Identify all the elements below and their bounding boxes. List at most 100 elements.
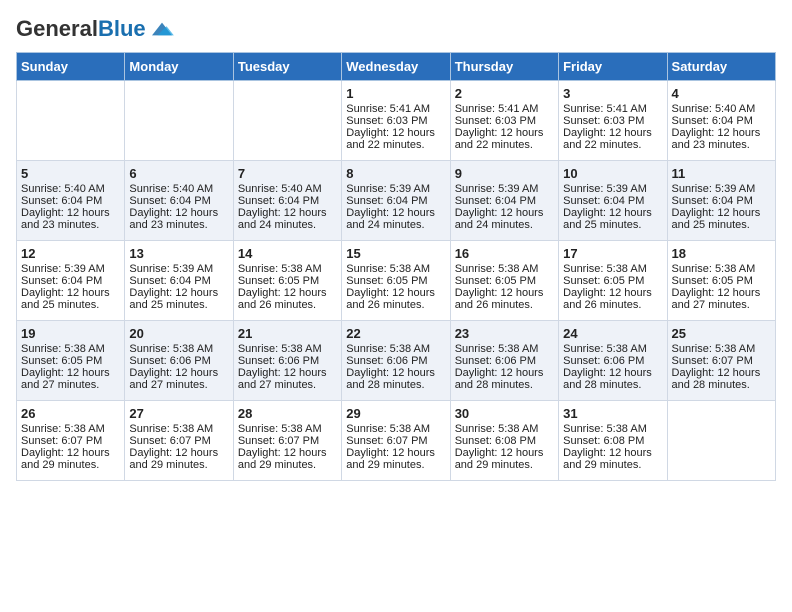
logo-general: General xyxy=(16,16,98,42)
calendar-cell: 5Sunrise: 5:40 AMSunset: 6:04 PMDaylight… xyxy=(17,161,125,241)
calendar-cell: 7Sunrise: 5:40 AMSunset: 6:04 PMDaylight… xyxy=(233,161,341,241)
day-info: Daylight: 12 hours xyxy=(672,367,771,379)
day-info: and 23 minutes. xyxy=(129,219,228,231)
day-info: Daylight: 12 hours xyxy=(455,287,554,299)
day-info: and 23 minutes. xyxy=(21,219,120,231)
day-info: Sunset: 6:06 PM xyxy=(563,355,662,367)
day-info: Sunset: 6:06 PM xyxy=(455,355,554,367)
day-header-sunday: Sunday xyxy=(17,53,125,81)
day-info: and 28 minutes. xyxy=(563,379,662,391)
day-info: Sunrise: 5:38 AM xyxy=(346,343,445,355)
day-number: 18 xyxy=(672,246,771,261)
calendar-cell: 18Sunrise: 5:38 AMSunset: 6:05 PMDayligh… xyxy=(667,241,775,321)
calendar-cell xyxy=(125,81,233,161)
calendar-cell: 23 Sunrise: 5:38 AMSunset: 6:06 PMDayligh… xyxy=(450,321,558,401)
calendar-cell: 25Sunrise: 5:38 AMSunset: 6:07 PMDayligh… xyxy=(667,321,775,401)
day-info: Sunrise: 5:38 AM xyxy=(129,423,228,435)
day-info: and 29 minutes. xyxy=(21,459,120,471)
calendar-cell: 21Sunrise: 5:38 AMSunset: 6:06 PMDayligh… xyxy=(233,321,341,401)
day-info: and 24 minutes. xyxy=(346,219,445,231)
day-info: Daylight: 12 hours xyxy=(563,207,662,219)
day-info: and 29 minutes. xyxy=(238,459,337,471)
day-header-wednesday: Wednesday xyxy=(342,53,450,81)
calendar-cell: 1Sunrise: 5:41 AMSunset: 6:03 PMDaylight… xyxy=(342,81,450,161)
day-info: Sunrise: 5:38 AM xyxy=(563,263,662,275)
day-info: Sunrise: 5:38 AM xyxy=(129,343,228,355)
week-row-5: 26 Sunrise: 5:38 AM Sunset: 6:07 PM Dayligh… xyxy=(17,401,776,481)
day-info: Daylight: 12 hours xyxy=(238,367,337,379)
day-info: Sunrise: 5:38 AM xyxy=(455,343,554,355)
calendar-cell: 27Sunrise: 5:38 AMSunset: 6:07 PMDayligh… xyxy=(125,401,233,481)
day-info: Sunrise: 5:41 AM xyxy=(563,103,662,115)
calendar-cell: 3Sunrise: 5:41 AMSunset: 6:03 PMDaylight… xyxy=(559,81,667,161)
day-number: 20 xyxy=(129,326,228,341)
day-info: Sunset: 6:06 PM xyxy=(346,355,445,367)
day-header-row: SundayMondayTuesdayWednesdayThursdayFrid… xyxy=(17,53,776,81)
day-info: Sunset: 6:05 PM xyxy=(455,275,554,287)
day-info: and 27 minutes. xyxy=(238,379,337,391)
calendar-cell: 12Sunrise: 5:39 AMSunset: 6:04 PMDayligh… xyxy=(17,241,125,321)
day-info: Daylight: 12 hours xyxy=(455,207,554,219)
calendar-cell: 15Sunrise: 5:38 AMSunset: 6:05 PMDayligh… xyxy=(342,241,450,321)
day-number: 5 xyxy=(21,166,120,181)
day-info: and 25 minutes. xyxy=(21,299,120,311)
day-info: Sunrise: 5:38 AM xyxy=(21,423,120,435)
day-info: Sunset: 6:07 PM xyxy=(238,435,337,447)
day-info: and 26 minutes. xyxy=(238,299,337,311)
calendar-cell: 13Sunrise: 5:39 AMSunset: 6:04 PMDayligh… xyxy=(125,241,233,321)
day-info: and 29 minutes. xyxy=(129,459,228,471)
day-number: 9 xyxy=(455,166,554,181)
page-header: GeneralBlue xyxy=(16,16,776,42)
calendar-cell: 31Sunrise: 5:38 AMSunset: 6:08 PMDayligh… xyxy=(559,401,667,481)
calendar-cell: 30Sunrise: 5:38 AMSunset: 6:08 PMDayligh… xyxy=(450,401,558,481)
day-info: Daylight: 12 hours xyxy=(455,127,554,139)
day-info: Sunrise: 5:38 AM xyxy=(672,343,771,355)
day-info: Sunset: 6:04 PM xyxy=(455,195,554,207)
day-info: Daylight: 12 hours xyxy=(21,447,120,459)
day-info: Daylight: 12 hours xyxy=(455,447,554,459)
day-header-saturday: Saturday xyxy=(667,53,775,81)
day-info: Sunrise: 5:38 AM xyxy=(672,263,771,275)
day-info: and 26 minutes. xyxy=(455,299,554,311)
day-info: Sunrise: 5:40 AM xyxy=(129,183,228,195)
day-info: Sunset: 6:03 PM xyxy=(563,115,662,127)
day-info: Sunset: 6:04 PM xyxy=(238,195,337,207)
day-number: 6 xyxy=(129,166,228,181)
calendar-table: SundayMondayTuesdayWednesdayThursdayFrid… xyxy=(16,52,776,481)
calendar-cell: 6Sunrise: 5:40 AMSunset: 6:04 PMDaylight… xyxy=(125,161,233,241)
day-info: Daylight: 12 hours xyxy=(672,207,771,219)
calendar-cell: 17Sunrise: 5:38 AMSunset: 6:05 PMDayligh… xyxy=(559,241,667,321)
week-row-4: 19Sunrise: 5:38 AMSunset: 6:05 PMDayligh… xyxy=(17,321,776,401)
day-number: 1 xyxy=(346,86,445,101)
day-header-tuesday: Tuesday xyxy=(233,53,341,81)
day-info: and 28 minutes. xyxy=(455,379,554,391)
day-info: Daylight: 12 hours xyxy=(129,207,228,219)
day-number: 30 xyxy=(455,406,554,421)
day-number: 23 xyxy=(455,326,554,341)
day-info: Daylight: 12 hours xyxy=(21,207,120,219)
day-info: and 22 minutes. xyxy=(563,139,662,151)
day-info: Sunset: 6:05 PM xyxy=(238,275,337,287)
calendar-cell: 29Sunrise: 5:38 AMSunset: 6:07 PMDayligh… xyxy=(342,401,450,481)
day-number: 7 xyxy=(238,166,337,181)
day-info: and 25 minutes. xyxy=(563,219,662,231)
calendar-cell: 4Sunrise: 5:40 AMSunset: 6:04 PMDaylight… xyxy=(667,81,775,161)
day-info: and 27 minutes. xyxy=(129,379,228,391)
day-info: Daylight: 12 hours xyxy=(129,287,228,299)
day-info: Sunrise: 5:38 AM xyxy=(346,263,445,275)
day-number: 15 xyxy=(346,246,445,261)
day-number: 21 xyxy=(238,326,337,341)
day-info: Sunrise: 5:39 AM xyxy=(129,263,228,275)
day-info: Daylight: 12 hours xyxy=(129,367,228,379)
day-number: 26 xyxy=(21,406,120,421)
day-info: Sunset: 6:04 PM xyxy=(672,195,771,207)
day-info: and 28 minutes. xyxy=(672,379,771,391)
day-info: and 22 minutes. xyxy=(346,139,445,151)
day-info: Daylight: 12 hours xyxy=(455,367,554,379)
day-info: Sunset: 6:08 PM xyxy=(563,435,662,447)
day-info: Daylight: 12 hours xyxy=(238,287,337,299)
day-number: 22 xyxy=(346,326,445,341)
calendar-cell xyxy=(667,401,775,481)
day-number: 25 xyxy=(672,326,771,341)
week-row-3: 12Sunrise: 5:39 AMSunset: 6:04 PMDayligh… xyxy=(17,241,776,321)
